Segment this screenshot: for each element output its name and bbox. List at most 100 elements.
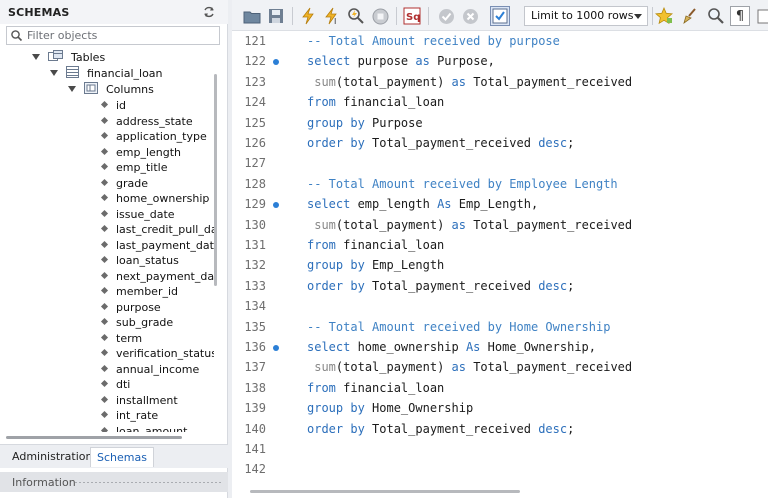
line-number: 141 [244,442,266,456]
code-line[interactable]: 137 sum(total_payment) as Total_payment_… [232,357,768,377]
column-item[interactable]: int_rate [100,408,158,424]
line-source: -- Total Amount received by Home Ownersh… [307,317,610,337]
stop-icon[interactable] [370,6,390,26]
code-line[interactable]: 124 from financial_loan [232,92,768,112]
column-item[interactable]: emp_length [100,145,182,161]
code-line[interactable]: 128 -- Total Amount received by Employee … [232,174,768,194]
sql-text: ; [567,278,575,293]
code-line[interactable]: 136 select home_ownership As Home_Ownersh… [232,337,768,357]
tree-node-financial-loan[interactable]: financial_loan [50,66,163,81]
sql-function: sum [314,217,336,232]
tree-node-columns[interactable]: Columns [68,82,154,97]
column-name: home_ownership [116,192,210,205]
execute-icon[interactable] [298,6,318,26]
code-line[interactable]: 122 select purpose as Purpose, [232,51,768,71]
filter-objects-input[interactable] [27,28,217,43]
tab-schemas[interactable]: Schemas [90,447,154,467]
code-line[interactable]: 123 sum(total_payment) as Total_payment_… [232,72,768,92]
rollback-icon[interactable] [460,6,480,26]
autocommit-icon[interactable] [490,6,510,26]
line-source: from financial_loan [307,378,444,398]
code-line[interactable]: 131 from financial_loan [232,235,768,255]
invisible-chars-icon[interactable]: ¶ [730,6,750,26]
expand-arrow-icon[interactable] [32,54,40,60]
code-line[interactable]: 134 [232,296,768,316]
row-limit-value: Limit to 1000 rows [531,9,634,22]
column-item[interactable]: next_payment_dat [100,269,214,285]
column-item[interactable]: last_payment_date [100,238,214,254]
code-line[interactable]: 130 sum(total_payment) as Total_payment_… [232,215,768,235]
column-item[interactable]: purpose [100,300,161,316]
column-bullet-icon [100,116,109,124]
sql-text: (total_payment) [335,217,452,232]
column-item[interactable]: emp_title [100,160,167,176]
column-item[interactable]: sub_grade [100,315,173,331]
tab-administration[interactable]: Administration [6,447,99,467]
column-item[interactable]: last_credit_pull_da [100,222,214,238]
code-line[interactable]: 129 select emp_length As Emp_Length, [232,194,768,214]
column-item[interactable]: loan_status [100,253,179,269]
execute-current-icon[interactable]: I [322,6,342,26]
column-item[interactable]: home_ownership [100,191,210,207]
code-editor[interactable]: 121 -- Total Amount received by purpose 12… [232,31,768,484]
column-name: emp_length [116,145,182,159]
statement-marker-icon[interactable] [273,202,279,209]
statement-marker-icon[interactable] [273,59,279,66]
tree-vertical-scrollbar[interactable] [214,74,217,286]
statement-marker-icon[interactable] [273,345,279,351]
tree-node-tables[interactable]: Tables [32,50,105,65]
expand-arrow-icon[interactable] [68,86,76,92]
column-item[interactable]: term [100,331,142,347]
column-item[interactable]: application_type [100,129,207,145]
explain-icon[interactable] [346,6,366,26]
code-line[interactable]: 125 group by Purpose [232,113,768,133]
column-item[interactable]: grade [100,176,148,192]
refresh-icon[interactable] [202,5,216,19]
column-item[interactable]: verification_status [100,346,214,362]
column-item[interactable]: id [100,98,126,114]
code-line[interactable]: 126 order by Total_payment_received desc; [232,133,768,153]
column-name: member_id [116,285,179,298]
code-line[interactable]: 138 from financial_loan [232,378,768,398]
panel-splitter-grip[interactable] [74,481,222,484]
code-line[interactable]: 141 [232,439,768,459]
column-item[interactable]: address_state [100,114,193,130]
column-item[interactable]: loan_amount [100,424,187,432]
beautify-icon[interactable] [680,6,700,26]
column-item[interactable]: member_id [100,284,179,300]
save-icon[interactable] [266,6,286,26]
code-line[interactable]: 133 order by Total_payment_received desc; [232,276,768,296]
code-line[interactable]: 140 order by Total_payment_received desc; [232,419,768,439]
column-item[interactable]: installment [100,393,178,409]
line-number: 125 [244,115,266,130]
wrap-icon[interactable] [754,6,768,26]
tree-horizontal-scrollbar[interactable] [6,436,182,439]
code-line[interactable]: 142 [232,459,768,479]
line-number: 129 [244,197,266,212]
sql-text: (total_payment) [335,360,452,375]
row-limit-select[interactable]: Limit to 1000 rows [524,6,648,26]
sql-keyword: select [307,340,351,354]
column-name: address_state [116,114,193,128]
column-item[interactable]: issue_date [100,207,175,223]
sql-editor-pane: I Sq Limit to 1000 rows ¶ 121 -- Total A… [232,0,768,498]
column-name: annual_income [116,362,200,376]
code-line[interactable]: 127 [232,153,768,173]
code-line[interactable]: 132 group by Emp_Length [232,255,768,275]
column-item[interactable]: dti [100,377,130,393]
expand-arrow-icon[interactable] [50,70,58,76]
column-item[interactable]: annual_income [100,362,200,378]
toggle-results-icon[interactable]: Sq [402,6,422,26]
code-line[interactable]: 135 -- Total Amount received by Home Owne… [232,317,768,337]
sql-text: Total_payment_received [465,360,633,375]
open-folder-icon[interactable] [242,6,262,26]
commit-icon[interactable] [436,6,456,26]
code-line[interactable]: 121 -- Total Amount received by purpose [232,31,768,51]
code-line[interactable]: 139 group by Home_Ownership [232,398,768,418]
editor-horizontal-scrollbar[interactable] [250,490,520,493]
table-icon [65,66,79,78]
information-panel-header[interactable]: Information [0,472,228,492]
find-icon[interactable] [706,6,726,26]
favorite-icon[interactable] [654,6,674,26]
toolbar-separator [652,7,653,25]
